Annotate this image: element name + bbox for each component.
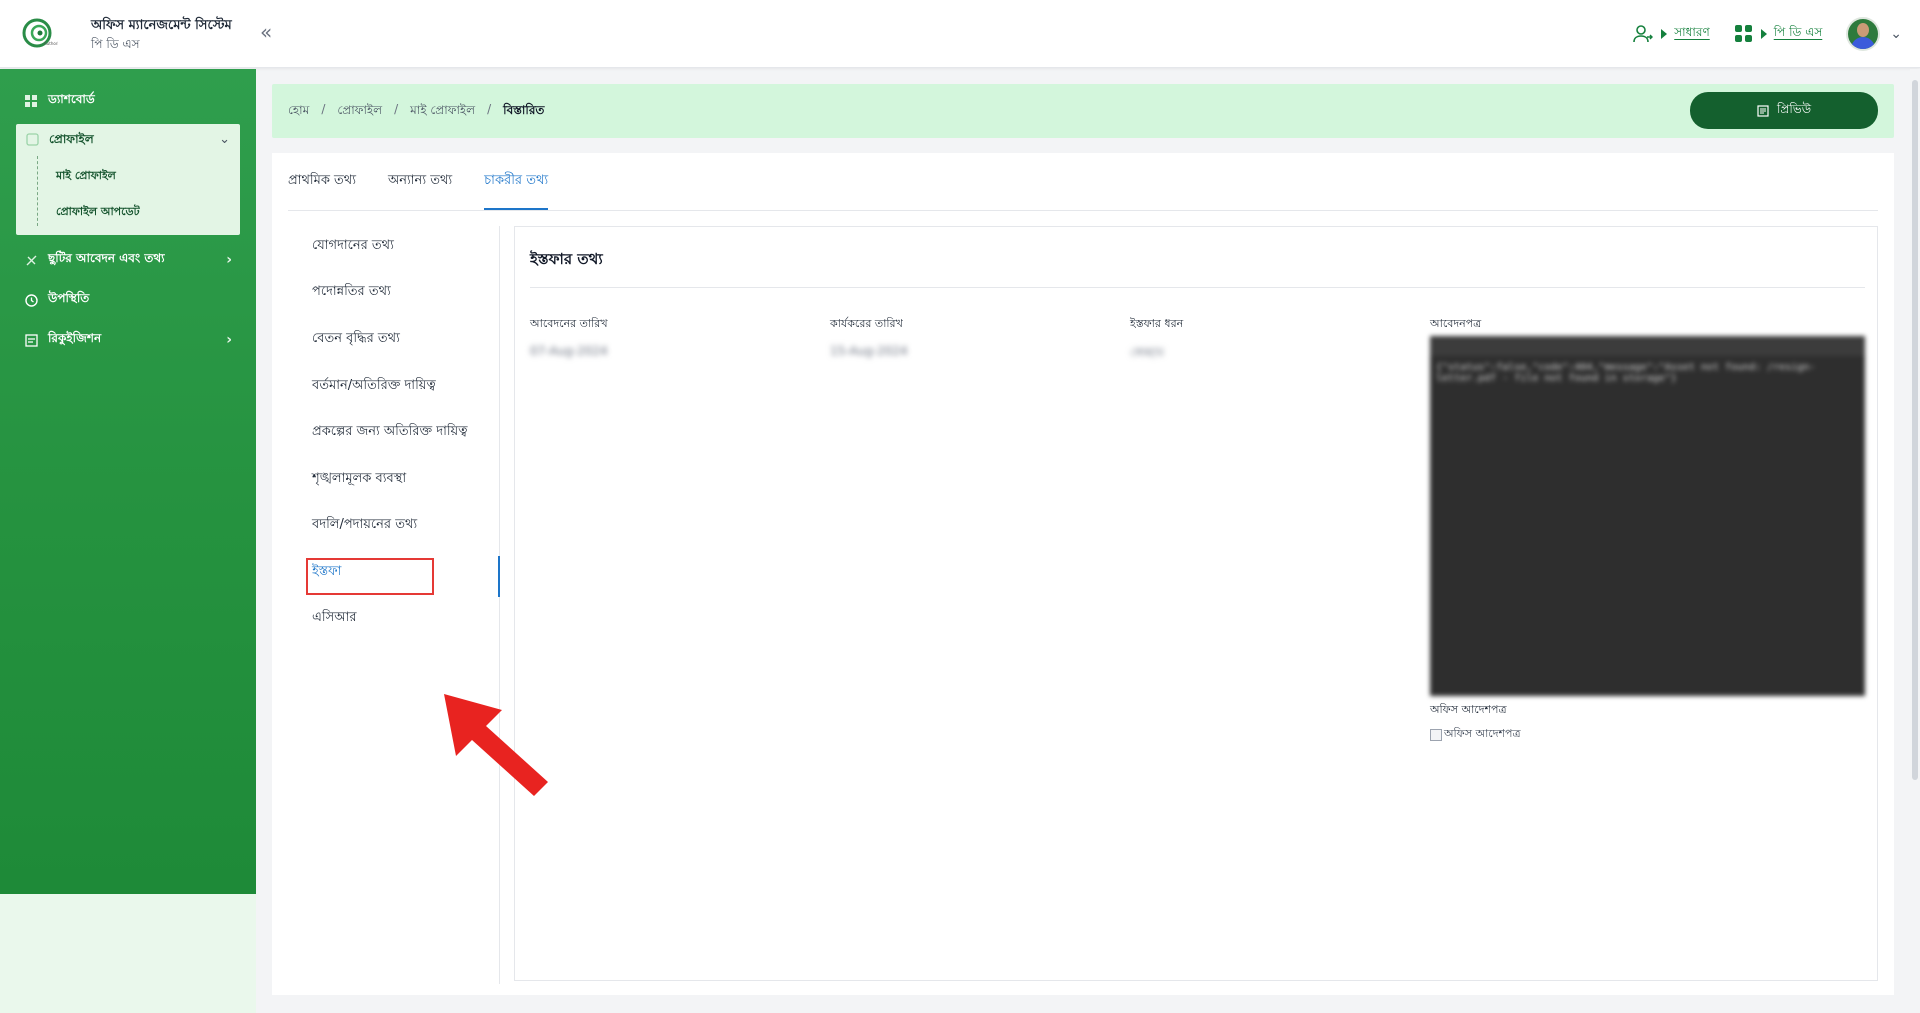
breadcrumb-profile[interactable]: প্রোফাইল <box>337 102 382 122</box>
sidebar-item-my-profile[interactable]: মাই প্রোফাইল <box>56 167 116 186</box>
annotation-arrow-icon <box>444 694 548 796</box>
tab-bar: প্রাথমিক তথ্য অন্যান্য তথ্য চাকরীর তথ্য <box>288 153 1878 211</box>
breadcrumb-my-profile[interactable]: মাই প্রোফাইল <box>410 102 475 122</box>
module-switcher[interactable]: পি ডি এস <box>1734 24 1823 44</box>
field-value: স্বেচ্ছায় <box>1130 345 1165 359</box>
office-order-label: অফিস আদেশপত্র <box>1430 703 1507 716</box>
annotation-highlight-box <box>306 558 434 595</box>
section-heading: ইস্তফার তথ্য <box>530 250 603 268</box>
submenu-increment[interactable]: বেতন বৃদ্ধির তথ্য <box>312 329 400 350</box>
breadcrumb-separator: / <box>487 102 492 116</box>
sidebar-item-label: উপস্থিতি <box>48 291 90 305</box>
field-label: আবেদনপত্র <box>1430 317 1482 330</box>
svg-text:Authority: Authority <box>44 41 58 46</box>
scrollbar-thumb[interactable] <box>1912 80 1918 780</box>
collapse-sidebar-icon[interactable]: « <box>260 20 272 44</box>
submenu-current-charge[interactable]: বর্তমান/অতিরিক্ত দায়িত্ব <box>312 376 436 397</box>
broken-image-icon <box>1430 728 1442 741</box>
sidebar-item-label: রিকুইজিশন <box>48 331 102 345</box>
application-document-viewer[interactable]: {"status":false,"code":404,"message":"As… <box>1430 336 1865 696</box>
breadcrumb-bar: হোম / প্রোফাইল / মাই প্রোফাইল / বিস্তারি… <box>272 84 1894 138</box>
brand-logo[interactable]: Authority <box>22 15 58 51</box>
user-switch-icon <box>1633 25 1654 43</box>
breadcrumb: হোম / প্রোফাইল / মাই প্রোফাইল / বিস্তারি… <box>288 102 544 122</box>
breadcrumb-separator: / <box>394 102 399 116</box>
sidebar-item-label: প্রোফাইল <box>49 132 94 146</box>
sidebar-item-attendance[interactable]: উপস্থিতি <box>24 288 89 312</box>
active-indicator <box>498 556 500 597</box>
sidebar-nav: ড্যাশবোর্ড প্রোফাইল ⌄ মাই প্রোফাইল প্রোফ… <box>0 69 256 894</box>
clock-icon <box>24 293 38 307</box>
tree-line <box>37 156 38 226</box>
image-alt-text: অফিস আদেশপত্র <box>1444 727 1521 740</box>
submenu-transfer[interactable]: বদলি/পদায়নের তথ্য <box>312 515 417 536</box>
avatar[interactable] <box>1846 17 1881 51</box>
apps-grid-icon <box>1734 25 1752 42</box>
tab-other-info[interactable]: অন্যান্য তথ্য <box>388 171 452 210</box>
submenu-acr[interactable]: এসিআর <box>312 608 357 629</box>
breadcrumb-separator: / <box>321 102 326 116</box>
preview-button-label: প্রিভিউ <box>1776 101 1812 116</box>
top-bar: Authority অফিস ম্যানেজমেন্ট সিস্টেম পি ড… <box>0 0 1920 68</box>
sidebar-item-requisition[interactable]: রিকুইজিশন › <box>24 328 232 352</box>
document-icon <box>1757 104 1769 117</box>
submenu-promotion[interactable]: পদোন্নতির তথ্য <box>312 282 391 303</box>
app-subtitle: পি ডি এস <box>91 37 140 51</box>
application-date-field: আবেদনের তারিখ 07-Aug-2024 <box>530 315 608 358</box>
sidebar-item-label: ড্যাশবোর্ড <box>48 92 95 106</box>
office-order-image[interactable]: অফিস আদেশপত্র <box>1430 725 1521 744</box>
clipboard-icon <box>24 333 38 347</box>
job-info-submenu: যোগদানের তথ্য পদোন্নতির তথ্য বেতন বৃদ্ধি… <box>288 226 500 984</box>
main-card: প্রাথমিক তথ্য অন্যান্য তথ্য চাকরীর তথ্য … <box>272 153 1894 995</box>
topbar-actions: সাধারণ পি ডি এস ⌄ <box>1632 14 1902 54</box>
viewer-content: {"status":false,"code":404,"message":"As… <box>1436 362 1816 384</box>
resignation-type-field: ইস্তফার ধরন স্বেচ্ছায় <box>1130 315 1183 364</box>
caret-right-icon <box>1760 29 1767 39</box>
chevron-down-icon[interactable]: ⌄ <box>219 132 230 147</box>
breadcrumb-current: বিস্তারিত <box>503 103 545 117</box>
sidebar-item-leave[interactable]: ছুটির আবেদন এবং তথ্য › <box>24 248 232 272</box>
resignation-panel: ইস্তফার তথ্য আবেদনের তারিখ 07-Aug-2024 ক… <box>514 226 1878 981</box>
role-switcher[interactable]: সাধারণ <box>1632 23 1710 45</box>
viewer-toolbar <box>1430 336 1865 356</box>
sidebar-item-label: ছুটির আবেদন এবং তথ্য <box>48 251 165 265</box>
dashboard-icon <box>24 94 38 108</box>
tab-job-info[interactable]: চাকরীর তথ্য <box>484 171 549 210</box>
chevron-right-icon: › <box>226 252 232 268</box>
application-doc-field: আবেদনপত্র <box>1430 315 1481 334</box>
app-title: অফিস ম্যানেজমেন্ট সিস্টেম <box>91 18 232 33</box>
field-value: 07-Aug-2024 <box>530 344 608 358</box>
submenu-disciplinary[interactable]: শৃঙ্খলামূলক ব্যবস্থা <box>312 469 406 490</box>
preview-button[interactable]: প্রিভিউ <box>1690 92 1878 129</box>
sidebar-item-dashboard[interactable]: ড্যাশবোর্ড <box>24 89 95 113</box>
effective-date-field: কার্যকরের তারিখ 15-Aug-2024 <box>830 315 908 358</box>
sidebar-item-profile-update[interactable]: প্রোফাইল আপডেট <box>56 203 140 222</box>
field-label: ইস্তফার ধরন <box>1130 317 1184 330</box>
chevron-down-icon[interactable]: ⌄ <box>1890 26 1902 42</box>
field-label: কার্যকরের তারিখ <box>830 317 903 330</box>
submenu-joining[interactable]: যোগদানের তথ্য <box>312 236 394 257</box>
breadcrumb-home[interactable]: হোম <box>288 102 309 122</box>
tab-basic-info[interactable]: প্রাথমিক তথ্য <box>288 171 356 210</box>
sidebar-item-profile[interactable]: প্রোফাইল <box>26 131 94 151</box>
leave-icon <box>24 253 38 267</box>
role-link[interactable]: সাধারণ <box>1674 24 1709 44</box>
field-value: 15-Aug-2024 <box>830 344 908 358</box>
field-label: আবেদনের তারিখ <box>530 317 608 330</box>
caret-right-icon <box>1661 29 1668 39</box>
chevron-right-icon: › <box>226 332 232 348</box>
module-link[interactable]: পি ডি এস <box>1774 24 1823 44</box>
divider <box>530 287 1865 288</box>
submenu-project-charge[interactable]: প্রকল্পের জন্য অতিরিক্ত দায়িত্ব <box>312 422 467 443</box>
sidebar-group-profile: প্রোফাইল ⌄ মাই প্রোফাইল প্রোফাইল আপডেট <box>16 124 240 235</box>
profile-icon <box>26 133 39 149</box>
sidebar: ড্যাশবোর্ড প্রোফাইল ⌄ মাই প্রোফাইল প্রোফ… <box>0 69 256 1013</box>
